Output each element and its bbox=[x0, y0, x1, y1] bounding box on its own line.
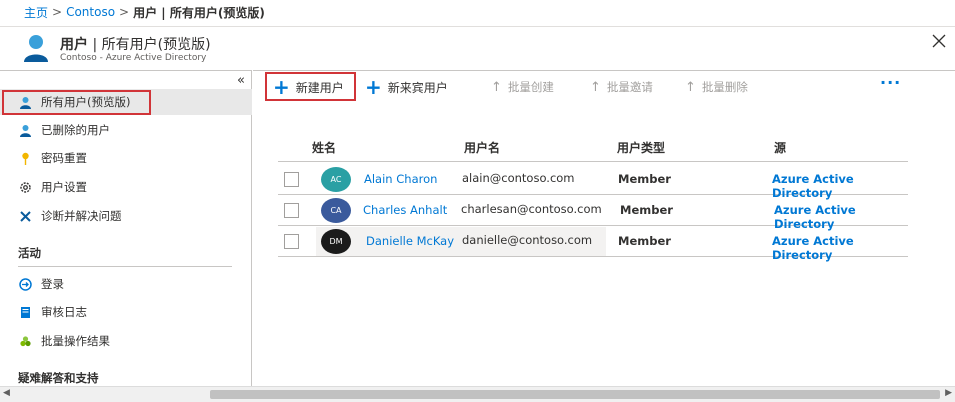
sidebar-item-label: 批量操作结果 bbox=[41, 334, 110, 348]
column-header-username[interactable]: 用户名 bbox=[464, 139, 500, 156]
key-icon bbox=[18, 151, 32, 165]
column-header-name[interactable]: 姓名 bbox=[312, 139, 336, 156]
section-troubleshooting: 疑难解答和支持 bbox=[18, 371, 99, 385]
column-header-user-type[interactable]: 用户类型 bbox=[617, 139, 665, 156]
new-user-label: 新建用户 bbox=[295, 80, 344, 95]
page-title: 用户 | 所有用户(预览版) bbox=[60, 34, 211, 54]
table-row[interactable]: AC Alain Charon alain@contoso.com Member… bbox=[278, 164, 908, 200]
sidebar-item-label: 已删除的用户 bbox=[41, 123, 110, 137]
horizontal-scrollbar[interactable]: ◀ ▶ bbox=[0, 386, 955, 402]
new-guest-user-button[interactable]: + 新来宾用户 bbox=[365, 75, 448, 99]
bulk-create-button[interactable]: ↑ 批量创建 bbox=[491, 75, 554, 99]
more-options-icon[interactable]: ··· bbox=[880, 73, 901, 92]
page-title-rest: | 所有用户(预览版) bbox=[88, 37, 211, 53]
avatar: CA bbox=[321, 198, 351, 223]
row-checkbox[interactable] bbox=[284, 234, 299, 249]
plus-icon: + bbox=[273, 75, 290, 99]
sidebar-item-label: 诊断并解决问题 bbox=[41, 209, 122, 223]
sidebar-item-audit-logs[interactable]: 审核日志 bbox=[0, 299, 252, 325]
wrench-icon bbox=[18, 209, 32, 223]
user-type: Member bbox=[618, 234, 671, 248]
scrollbar-thumb[interactable] bbox=[210, 390, 940, 399]
deleted-user-icon bbox=[18, 123, 32, 137]
user-principal-name: charlesan@contoso.com bbox=[461, 202, 602, 216]
sidebar: « 所有用户(预览版) 已删除的用户 密码重置 用户设置 诊断并解决问题 活动 bbox=[0, 70, 252, 386]
new-user-button[interactable]: + 新建用户 bbox=[273, 75, 344, 99]
breadcrumb-separator: > bbox=[52, 5, 63, 19]
user-type: Member bbox=[620, 203, 673, 217]
sidebar-item-user-settings[interactable]: 用户设置 bbox=[0, 174, 252, 200]
users-icon bbox=[24, 35, 48, 62]
plus-icon: + bbox=[365, 75, 382, 99]
bulk-invite-button[interactable]: ↑ 批量邀请 bbox=[590, 75, 653, 99]
sidebar-item-label: 审核日志 bbox=[41, 305, 87, 319]
highlight-box bbox=[2, 90, 151, 115]
breadcrumb-current: 用户 | 所有用户(预览版) bbox=[133, 5, 265, 20]
upload-icon: ↑ bbox=[685, 79, 696, 95]
upload-icon: ↑ bbox=[590, 79, 601, 95]
bulk-invite-label: 批量邀请 bbox=[606, 80, 653, 94]
gear-icon bbox=[18, 180, 32, 194]
user-principal-name: danielle@contoso.com bbox=[462, 233, 593, 247]
bulk-create-label: 批量创建 bbox=[507, 80, 554, 94]
sidebar-item-deleted-users[interactable]: 已删除的用户 bbox=[0, 117, 252, 143]
breadcrumb-separator: > bbox=[119, 5, 130, 19]
sidebar-item-label: 用户设置 bbox=[41, 180, 87, 194]
sidebar-item-diagnose[interactable]: 诊断并解决问题 bbox=[0, 203, 252, 229]
user-type: Member bbox=[618, 172, 671, 186]
user-name-link[interactable]: Alain Charon bbox=[364, 172, 437, 186]
scroll-right-icon[interactable]: ▶ bbox=[945, 388, 952, 398]
breadcrumb-home-link[interactable]: 主页 bbox=[24, 4, 48, 21]
sidebar-item-sign-ins[interactable]: 登录 bbox=[0, 271, 252, 297]
breadcrumb-tenant-link[interactable]: Contoso bbox=[66, 5, 115, 19]
row-checkbox[interactable] bbox=[284, 172, 299, 187]
page-subtitle: Contoso - Azure Active Directory bbox=[60, 53, 207, 63]
upload-icon: ↑ bbox=[491, 79, 502, 95]
sidebar-item-all-users[interactable]: 所有用户(预览版) bbox=[0, 89, 252, 115]
sidebar-item-password-reset[interactable]: 密码重置 bbox=[0, 145, 252, 171]
avatar: AC bbox=[321, 167, 351, 192]
table-row[interactable]: CA Charles Anhalt charlesan@contoso.com … bbox=[278, 195, 908, 231]
sidebar-item-label: 密码重置 bbox=[41, 151, 87, 165]
sidebar-item-label: 登录 bbox=[41, 277, 64, 291]
user-name-link[interactable]: Danielle McKay bbox=[366, 234, 454, 248]
audit-log-icon bbox=[18, 305, 32, 319]
section-activity: 活动 bbox=[18, 246, 41, 260]
bulk-delete-button[interactable]: ↑ 批量删除 bbox=[685, 75, 748, 99]
user-name-link[interactable]: Charles Anhalt bbox=[363, 203, 447, 217]
user-principal-name: alain@contoso.com bbox=[462, 171, 575, 185]
close-icon[interactable] bbox=[931, 33, 947, 49]
blade-header: 用户 | 所有用户(预览版) Contoso - Azure Active Di… bbox=[0, 26, 955, 70]
collapse-sidebar-icon[interactable]: « bbox=[237, 73, 245, 88]
table-row[interactable]: DM Danielle McKay danielle@contoso.com M… bbox=[278, 226, 908, 262]
column-header-source[interactable]: 源 bbox=[774, 139, 786, 156]
breadcrumb: 主页 > Contoso > 用户 | 所有用户(预览版) bbox=[0, 0, 955, 24]
avatar: DM bbox=[321, 229, 351, 254]
bulk-delete-label: 批量删除 bbox=[701, 80, 748, 94]
page-title-bold: 用户 bbox=[60, 37, 88, 53]
new-guest-label: 新来宾用户 bbox=[387, 80, 448, 95]
divider bbox=[18, 266, 232, 267]
scroll-left-icon[interactable]: ◀ bbox=[3, 388, 10, 398]
bulk-results-icon bbox=[18, 334, 32, 348]
command-bar: + 新建用户 + 新来宾用户 ↑ 批量创建 ↑ 批量邀请 ↑ 批量删除 ··· bbox=[253, 70, 955, 103]
row-checkbox[interactable] bbox=[284, 203, 299, 218]
sign-in-icon bbox=[18, 277, 32, 291]
source-link[interactable]: Azure Active Directory bbox=[772, 234, 908, 262]
sidebar-item-bulk-results[interactable]: 批量操作结果 bbox=[0, 328, 252, 354]
table-header: 姓名 用户名 用户类型 源 bbox=[278, 136, 908, 162]
